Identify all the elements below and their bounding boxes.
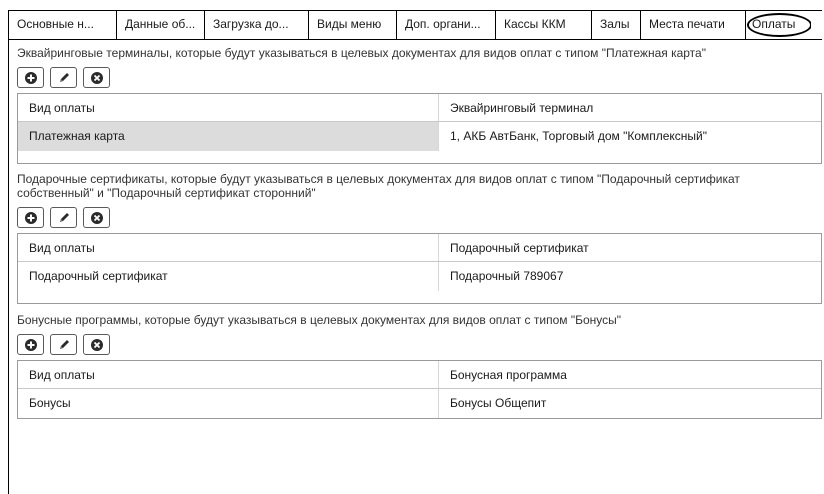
column-header-gift-certificate[interactable]: Подарочный сертификат — [439, 234, 821, 261]
gift-certificates-table: Вид оплаты Подарочный сертификат Подароч… — [17, 233, 822, 304]
delete-button[interactable] — [83, 67, 110, 88]
pencil-icon — [59, 212, 69, 222]
table-empty-space[interactable] — [18, 291, 821, 303]
toolbar-gift-certificates — [9, 207, 822, 228]
payments-form: Основные н... Данные об... Загрузка до..… — [8, 10, 822, 494]
x-circle-icon — [90, 338, 103, 351]
tab-menu-types[interactable]: Виды меню — [309, 11, 397, 39]
column-header-bonus-program[interactable]: Бонусная программа — [439, 361, 821, 388]
section-description-bonus-programs: Бонусные программы, которые будут указыв… — [17, 313, 622, 327]
table-row[interactable]: Подарочный сертификат Подарочный 789067 — [18, 262, 821, 291]
delete-button[interactable] — [83, 334, 110, 355]
cell-gift-certificate[interactable]: Подарочный 789067 — [439, 262, 821, 291]
add-button[interactable] — [17, 207, 44, 228]
cell-bonus-program[interactable]: Бонусы Общепит — [439, 389, 821, 418]
edit-button[interactable] — [50, 67, 77, 88]
x-circle-icon — [90, 71, 103, 84]
delete-button[interactable] — [83, 207, 110, 228]
table-empty-space[interactable] — [18, 151, 821, 163]
tab-print-places[interactable]: Места печати — [641, 11, 746, 39]
tab-cash-registers[interactable]: Кассы ККМ — [496, 11, 592, 39]
toolbar-acquiring — [9, 67, 822, 88]
tab-org-data[interactable]: Данные об... — [117, 11, 205, 39]
tab-payments[interactable]: Оплаты — [746, 11, 811, 39]
section-description-acquiring: Эквайринговые терминалы, которые будут у… — [17, 46, 706, 60]
toolbar-bonus-programs — [9, 334, 822, 355]
tab-main[interactable]: Основные н... — [9, 11, 117, 39]
tab-extra-orgs[interactable]: Доп. органи... — [397, 11, 496, 39]
cell-payment-type[interactable]: Подарочный сертификат — [18, 262, 439, 291]
column-header-payment-type[interactable]: Вид оплаты — [18, 234, 439, 261]
tab-bar: Основные н... Данные об... Загрузка до..… — [9, 11, 822, 40]
acquiring-table: Вид оплаты Эквайринговый терминал Платеж… — [17, 93, 822, 164]
plus-circle-icon — [24, 211, 37, 224]
edit-button[interactable] — [50, 334, 77, 355]
tab-loading[interactable]: Загрузка до... — [205, 11, 309, 39]
add-button[interactable] — [17, 334, 44, 355]
pencil-icon — [59, 339, 69, 349]
table-header: Вид оплаты Бонусная программа — [18, 361, 821, 389]
column-header-payment-type[interactable]: Вид оплаты — [18, 94, 439, 121]
tab-halls[interactable]: Залы — [592, 11, 641, 39]
plus-circle-icon — [24, 338, 37, 351]
table-header: Вид оплаты Подарочный сертификат — [18, 234, 821, 262]
table-row[interactable]: Бонусы Бонусы Общепит — [18, 389, 821, 418]
edit-button[interactable] — [50, 207, 77, 228]
add-button[interactable] — [17, 67, 44, 88]
cell-payment-type[interactable]: Бонусы — [18, 389, 439, 418]
pencil-icon — [59, 72, 69, 82]
cell-payment-type[interactable]: Платежная карта — [18, 122, 439, 151]
section-description-gift-certificates: Подарочные сертификаты, которые будут ук… — [17, 172, 740, 200]
cell-acquiring-terminal[interactable]: 1, АКБ АвтБанк, Торговый дом "Комплексны… — [439, 122, 821, 151]
table-row[interactable]: Платежная карта 1, АКБ АвтБанк, Торговый… — [18, 122, 821, 151]
column-header-acquiring-terminal[interactable]: Эквайринговый терминал — [439, 94, 821, 121]
x-circle-icon — [90, 211, 103, 224]
bonus-programs-table: Вид оплаты Бонусная программа Бонусы Бон… — [17, 360, 822, 419]
column-header-payment-type[interactable]: Вид оплаты — [18, 361, 439, 388]
plus-circle-icon — [24, 71, 37, 84]
table-header: Вид оплаты Эквайринговый терминал — [18, 94, 821, 122]
